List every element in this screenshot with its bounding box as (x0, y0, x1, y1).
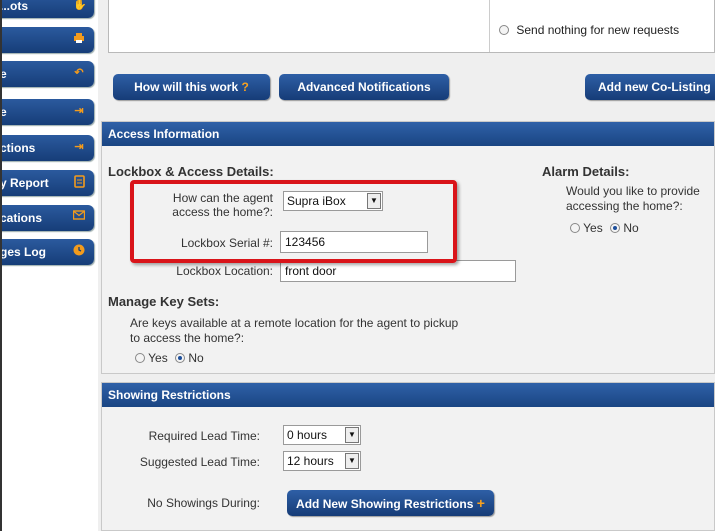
add-co-listing-label: Add new Co-Listing (598, 80, 711, 94)
sidebar-item-forward[interactable]: e ⇥ (0, 99, 94, 125)
alarm-yes-radio[interactable] (570, 223, 580, 233)
window-edge (0, 0, 2, 531)
add-showing-restrictions-button[interactable]: Add New Showing Restrictions + (287, 490, 494, 516)
sidebar-item-label: cations (0, 211, 43, 225)
keysets-options: Yes No (135, 351, 204, 365)
lockbox-location-label: Lockbox Location: (176, 264, 273, 278)
showing-restrictions-header: Showing Restrictions (102, 383, 714, 407)
keysets-question: Are keys available at a remote location … (130, 316, 459, 345)
suggested-lead-time-label: Suggested Lead Time: (139, 455, 260, 469)
notification-options-box: Send nothing for new requests (108, 0, 715, 53)
required-lead-time-select[interactable]: 0 hours ▼ (283, 425, 361, 445)
highlight-box (130, 180, 457, 263)
clock-icon (73, 244, 85, 258)
send-nothing-radio[interactable] (499, 25, 509, 35)
keys-no-label: No (188, 351, 204, 365)
required-lead-time-label: Required Lead Time: (148, 429, 260, 443)
sidebar: ...ots ✋ e ↶ e ⇥ ctions ⇥ y Report catio… (0, 0, 96, 531)
access-information-header: Access Information (102, 122, 714, 146)
suggested-lead-time-value: 12 hours (287, 454, 334, 468)
sidebar-item-label: ges Log (0, 245, 47, 259)
add-showing-restrictions-label: Add New Showing Restrictions (296, 497, 474, 511)
no-showings-during-label: No Showings During: (147, 496, 260, 510)
alarm-yes-label: Yes (583, 221, 603, 235)
required-lead-time-value: 0 hours (287, 428, 328, 442)
send-nothing-option[interactable]: Send nothing for new requests (499, 23, 679, 37)
hand-icon: ✋ (73, 0, 87, 11)
return-icon: ↶ (74, 67, 84, 79)
sidebar-item-notifications[interactable]: cations (0, 205, 94, 231)
document-icon (73, 175, 85, 189)
sidebar-item-label: ...ots (0, 0, 29, 13)
arrow-right-icon: ⇥ (74, 105, 84, 117)
keys-yes-label: Yes (148, 351, 168, 365)
lockbox-details-title: Lockbox & Access Details: (108, 164, 274, 179)
how-will-this-work-button[interactable]: How will this work ? (113, 74, 270, 100)
sidebar-item-label: y Report (0, 176, 49, 190)
sidebar-item-instructions[interactable]: ctions ⇥ (0, 135, 94, 161)
lockbox-location-value: front door (285, 264, 337, 278)
printer-icon (73, 32, 85, 46)
alarm-no-label: No (623, 221, 639, 235)
question-icon: ? (241, 80, 249, 94)
plus-icon: + (476, 495, 485, 511)
chevron-down-icon[interactable]: ▼ (345, 427, 359, 443)
alarm-details-title: Alarm Details: (542, 164, 630, 179)
envelope-icon (72, 210, 86, 224)
send-nothing-label: Send nothing for new requests (516, 23, 680, 37)
lockbox-location-input[interactable]: front door (280, 260, 516, 282)
suggested-lead-time-select[interactable]: 12 hours ▼ (283, 451, 361, 471)
alarm-options: Yes No (570, 221, 639, 235)
keys-yes-radio[interactable] (135, 353, 145, 363)
sidebar-item-return[interactable]: e ↶ (0, 61, 94, 87)
sidebar-item-changes-log[interactable]: ges Log (0, 239, 94, 265)
manage-key-sets-title: Manage Key Sets: (108, 294, 220, 309)
keys-no-radio[interactable] (175, 353, 186, 363)
advanced-notifications-label: Advanced Notifications (297, 80, 431, 94)
add-co-listing-button[interactable]: Add new Co-Listing (585, 74, 715, 100)
arrow-right-icon: ⇥ (74, 141, 84, 153)
sidebar-item-print[interactable] (0, 27, 94, 53)
how-will-this-work-label: How will this work (134, 80, 239, 94)
divider (489, 0, 490, 52)
alarm-question: Would you like to provide accessing the … (566, 184, 700, 213)
chevron-down-icon[interactable]: ▼ (345, 453, 359, 469)
sidebar-item-shots[interactable]: ...ots ✋ (0, 0, 94, 18)
alarm-no-radio[interactable] (610, 223, 621, 233)
advanced-notifications-button[interactable]: Advanced Notifications (279, 74, 449, 100)
sidebar-item-label: ctions (0, 141, 36, 155)
sidebar-item-report[interactable]: y Report (0, 170, 94, 196)
